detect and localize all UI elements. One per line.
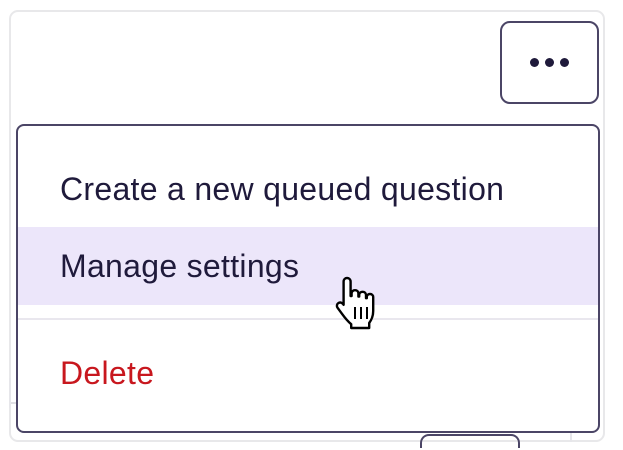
more-horizontal-icon xyxy=(545,58,554,67)
background-button-peek xyxy=(420,434,520,448)
menu-item-delete[interactable]: Delete xyxy=(18,334,598,412)
menu-item-manage-settings[interactable]: Manage settings xyxy=(18,227,598,305)
menu-item-create-queued-question[interactable]: Create a new queued question xyxy=(18,150,598,228)
hand-pointer-icon xyxy=(335,276,375,330)
more-horizontal-icon xyxy=(530,58,539,67)
menu-separator xyxy=(18,318,598,320)
more-options-button[interactable] xyxy=(500,21,599,104)
menu-item-label: Delete xyxy=(60,354,155,391)
dropdown-menu: Create a new queued question Manage sett… xyxy=(16,124,600,433)
menu-item-label: Manage settings xyxy=(60,247,300,284)
menu-item-label: Create a new queued question xyxy=(60,170,505,207)
background-divider xyxy=(9,378,11,408)
more-horizontal-icon xyxy=(560,58,569,67)
